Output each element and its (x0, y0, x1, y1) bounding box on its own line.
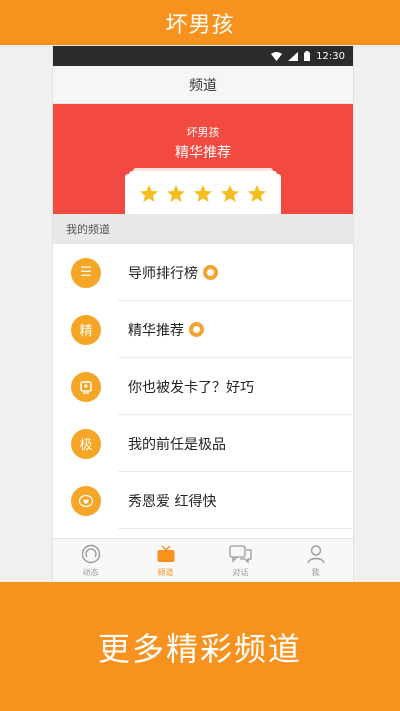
list-icon: ☰ (71, 257, 101, 288)
bottom-tab-bar: 动态 频道 对话 我 (53, 538, 353, 582)
recommend-badge-icon (203, 265, 218, 280)
channel-item[interactable]: ☰ 导师排行榜 (53, 244, 353, 301)
tab-label: 动态 (82, 567, 99, 577)
rating-ticket (125, 168, 281, 214)
battery-icon (304, 51, 311, 61)
channel-label: 秀恩爱 红得快 (128, 493, 217, 510)
channel-item[interactable]: 极 我的前任是极品 (53, 415, 353, 472)
tab-label: 频道 (157, 567, 174, 577)
top-banner-title: 坏男孩 (165, 12, 235, 38)
star-icon (220, 184, 240, 204)
extreme-icon: 极 (71, 428, 101, 459)
tab-label: 对话 (232, 567, 249, 577)
bottom-banner: 更多精彩频道 (0, 582, 400, 711)
activity-icon (81, 544, 101, 564)
bottom-banner-title: 更多精彩频道 (97, 629, 302, 668)
top-banner: 坏男孩 (0, 0, 400, 45)
section-header: 我的频道 (53, 214, 353, 244)
tv-icon (156, 544, 176, 564)
tab-activity[interactable]: 动态 (53, 539, 128, 582)
tab-me[interactable]: 我 (278, 539, 353, 582)
page-title: 频道 (189, 77, 217, 94)
channel-item[interactable]: 秀恩爱 红得快 (53, 472, 353, 529)
featured-banner[interactable]: 坏男孩 精华推荐 (53, 104, 353, 214)
star-icon (193, 184, 213, 204)
channel-item[interactable]: 你也被发卡了？好巧 (53, 358, 353, 415)
featured-banner-subtitle: 坏男孩 (186, 126, 220, 139)
chat-icon (228, 544, 253, 564)
channel-label: 我的前任是极品 (128, 436, 226, 453)
tab-label: 我 (311, 567, 320, 577)
tab-channel[interactable]: 频道 (128, 539, 203, 582)
tab-chat[interactable]: 对话 (203, 539, 278, 582)
user-icon (306, 544, 326, 564)
phone-screen: 12:30 频道 坏男孩 精华推荐 我的频道 ☰ 导师排行榜精 精华推荐你也被发卡了… (53, 46, 353, 582)
featured-banner-title: 精华推荐 (175, 145, 231, 161)
heart-icon (71, 485, 101, 516)
title-bar: 频道 (53, 66, 353, 104)
channel-item[interactable]: 精 精华推荐 (53, 301, 353, 358)
star-icon (139, 184, 159, 204)
channel-list: ☰ 导师排行榜精 精华推荐你也被发卡了？好巧极 我的前任是极品 秀恩爱 红得快 (53, 244, 353, 529)
status-time: 12:30 (316, 50, 345, 62)
signal-icon (288, 51, 299, 61)
section-title: 我的频道 (66, 223, 110, 236)
star-rating (125, 174, 281, 214)
channel-label: 导师排行榜 (128, 265, 198, 282)
essence-icon: 精 (71, 314, 101, 345)
channel-label: 精华推荐 (128, 322, 184, 339)
channel-label: 你也被发卡了？好巧 (128, 379, 254, 396)
wifi-icon (271, 51, 283, 61)
status-bar: 12:30 (53, 46, 353, 66)
card-icon (71, 371, 101, 402)
star-icon (166, 184, 186, 204)
star-icon (247, 184, 267, 204)
recommend-badge-icon (189, 322, 204, 337)
